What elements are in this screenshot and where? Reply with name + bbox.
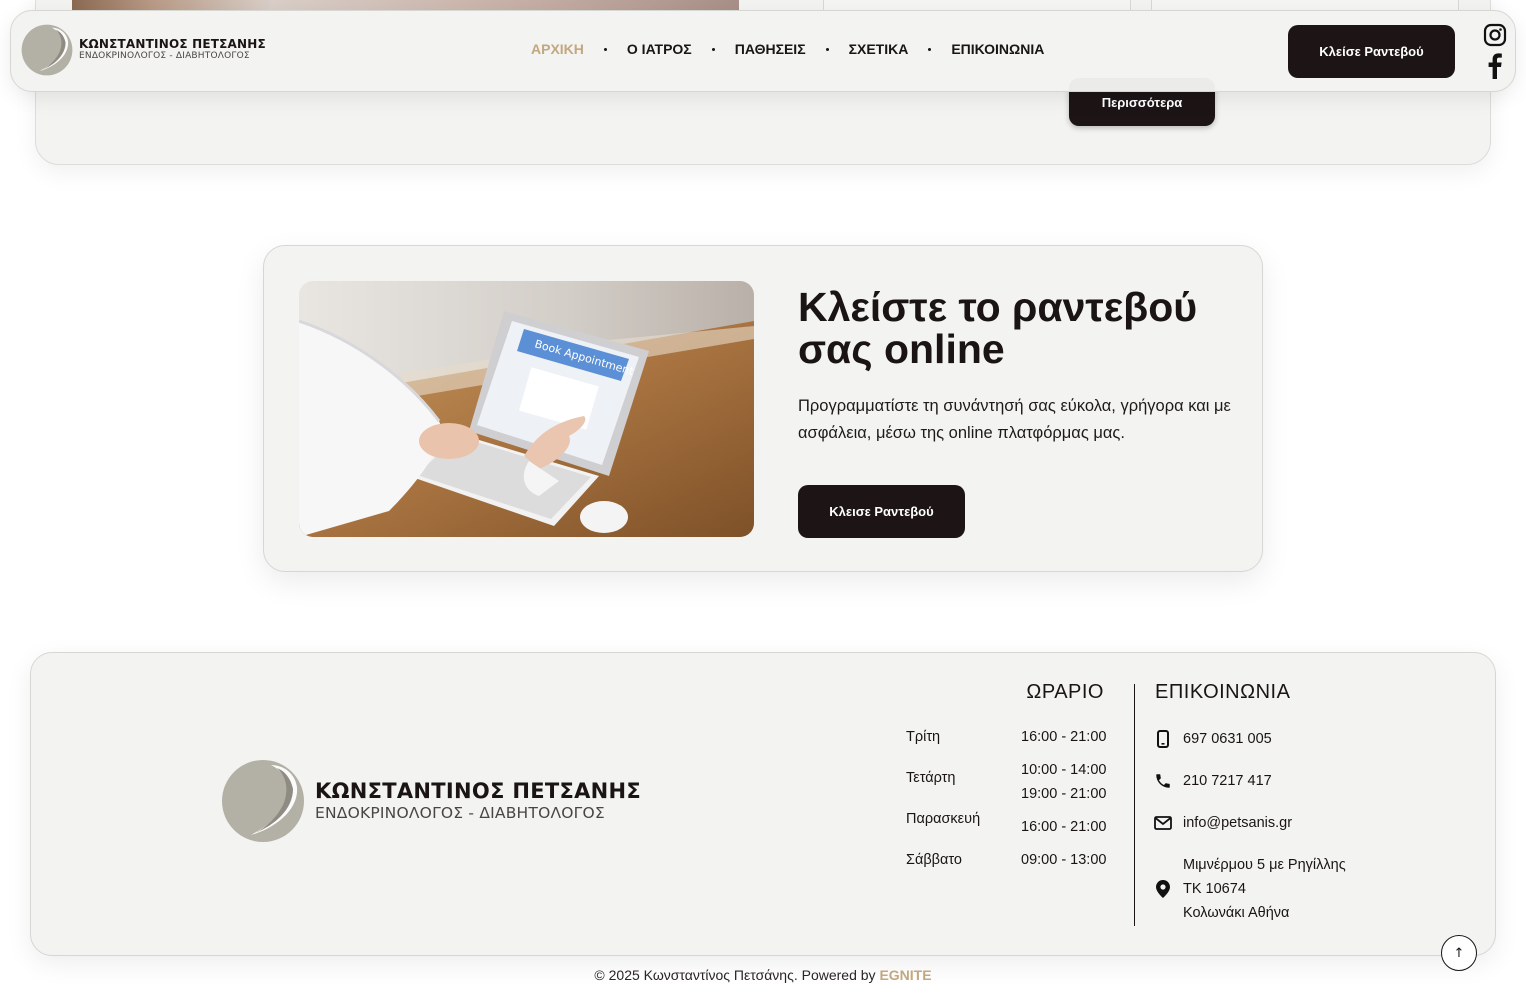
site-header: ΚΩΝΣΤΑΝΤΙΝΟΣ ΠΕΤΣΑΝΗΣ ΕΝΔΟΚΡΙΝΟΛΟΓΟΣ - Δ… <box>10 10 1516 92</box>
hours-time: 09:00 - 13:00 <box>1021 852 1107 868</box>
nav-item-conditions[interactable]: ΠΑΘΗΣΕΙΣ <box>735 41 806 57</box>
nav-item-doctor[interactable]: Ο ΙΑΤΡΟΣ <box>627 41 692 57</box>
logo-subtitle: ΕΝΔΟΚΡΙΝΟΛΟΓΟΣ - ΔΙΑΒΗΤΟΛΟΓΟΣ <box>79 50 250 61</box>
mobile-phone-icon <box>1153 729 1173 749</box>
logo-mark-icon <box>222 760 304 842</box>
footer-divider <box>1134 684 1135 926</box>
contact-email[interactable]: info@petsanis.gr <box>1153 813 1292 833</box>
contact-address-text: Μιμνέρμου 5 με Ρηγίλλης ΤΚ 10674 Κολωνάκ… <box>1183 853 1346 925</box>
header-logo[interactable]: ΚΩΝΣΤΑΝΤΙΝΟΣ ΠΕΤΣΑΝΗΣ ΕΝΔΟΚΡΙΝΟΛΟΓΟΣ - Δ… <box>21 24 266 76</box>
hours-time: 16:00 - 21:00 <box>1021 729 1107 745</box>
footer-logo[interactable]: ΚΩΝΣΤΑΝΤΙΝΟΣ ΠΕΤΣΑΝΗΣ ΕΝΔΟΚΡΙΝΟΛΟΓΟΣ - Δ… <box>221 759 641 843</box>
phone-icon <box>1153 771 1173 791</box>
book-appointment-header-button[interactable]: Κλείσε Ραντεβού <box>1288 25 1455 78</box>
contact-email-text: info@petsanis.gr <box>1183 815 1293 831</box>
logo-name: ΚΩΝΣΤΑΝΤΙΝΟΣ ΠΕΤΣΑΝΗΣ <box>79 37 266 52</box>
scroll-to-top-button[interactable]: ↑ <box>1441 935 1477 971</box>
hours-day: Σάββατο <box>906 852 962 868</box>
nav-item-about[interactable]: ΣΧΕΤΙΚΑ <box>849 41 909 57</box>
hours-time: 19:00 - 21:00 <box>1021 786 1107 802</box>
contact-title: ΕΠΙΚΟΙΝΩΝΙΑ <box>1155 681 1291 703</box>
contact-address[interactable]: Μιμνέρμου 5 με Ρηγίλλης ΤΚ 10674 Κολωνάκ… <box>1153 853 1346 925</box>
contact-mobile[interactable]: 697 0631 005 <box>1153 729 1272 749</box>
nav-item-home[interactable]: ΑΡΧΙΚΗ <box>531 41 584 57</box>
facebook-icon[interactable] <box>1483 53 1507 79</box>
powered-by-link[interactable]: EGNITE <box>879 967 931 983</box>
booking-image: Book Appointment <box>299 281 754 537</box>
nav-separator <box>711 47 715 51</box>
logo-subtitle: ΕΝΔΟΚΡΙΝΟΛΟΓΟΣ - ΔΙΑΒΗΤΟΛΟΓΟΣ <box>315 804 605 823</box>
location-pin-icon <box>1153 879 1173 899</box>
nav-separator <box>825 47 829 51</box>
hours-time: 10:00 - 14:00 <box>1021 762 1107 778</box>
copyright: © 2025 Κωνσταντίνος Πετσάνης. Powered by… <box>0 967 1526 983</box>
address-line: ΤΚ 10674 <box>1183 881 1246 897</box>
booking-description: Προγραμματίστε τη συνάντησή σας εύκολα, … <box>798 397 1231 442</box>
hours-title: ΩΡΑΡΙΟ <box>1026 681 1104 703</box>
contact-phone[interactable]: 210 7217 417 <box>1153 771 1272 791</box>
address-line: Μιμνέρμου 5 με Ρηγίλλης <box>1183 857 1346 873</box>
hours-day: Τρίτη <box>906 729 941 745</box>
nav-item-contact[interactable]: ΕΠΙΚΟΙΝΩΝΙΑ <box>951 41 1044 57</box>
arrow-up-icon: ↑ <box>1453 945 1465 961</box>
contact-phone-text: 210 7217 417 <box>1183 773 1272 789</box>
nav-separator <box>928 47 932 51</box>
site-footer: ΚΩΝΣΤΑΝΤΙΝΟΣ ΠΕΤΣΑΝΗΣ ΕΝΔΟΚΡΙΝΟΛΟΓΟΣ - Δ… <box>30 652 1496 971</box>
social-links <box>1483 23 1509 85</box>
booking-title: Κλείστε το ραντεβού σας online <box>798 284 1198 372</box>
email-icon <box>1153 813 1173 833</box>
book-appointment-button[interactable]: Κλεισε Ραντεβού <box>798 485 965 538</box>
nav-separator <box>603 47 607 51</box>
logo-mark-icon <box>21 24 73 76</box>
hours-day: Παρασκευή <box>906 811 981 827</box>
copyright-text: © 2025 Κωνσταντίνος Πετσάνης. Powered by <box>594 967 880 983</box>
logo-name: ΚΩΝΣΤΑΝΤΙΝΟΣ ΠΕΤΣΑΝΗΣ <box>315 779 642 804</box>
instagram-icon[interactable] <box>1483 23 1507 47</box>
hours-time: 16:00 - 21:00 <box>1021 819 1107 835</box>
online-booking-section: Book Appointment Κλείστε το ραντεβού σας… <box>263 245 1263 572</box>
main-nav: ΑΡΧΙΚΗ Ο ΙΑΤΡΟΣ ΠΑΘΗΣΕΙΣ ΣΧΕΤΙΚΑ ΕΠΙΚΟΙΝ… <box>531 41 1044 57</box>
address-line: Κολωνάκι Αθήνα <box>1183 905 1290 921</box>
contact-mobile-text: 697 0631 005 <box>1183 731 1272 747</box>
hours-day: Τετάρτη <box>906 770 956 786</box>
